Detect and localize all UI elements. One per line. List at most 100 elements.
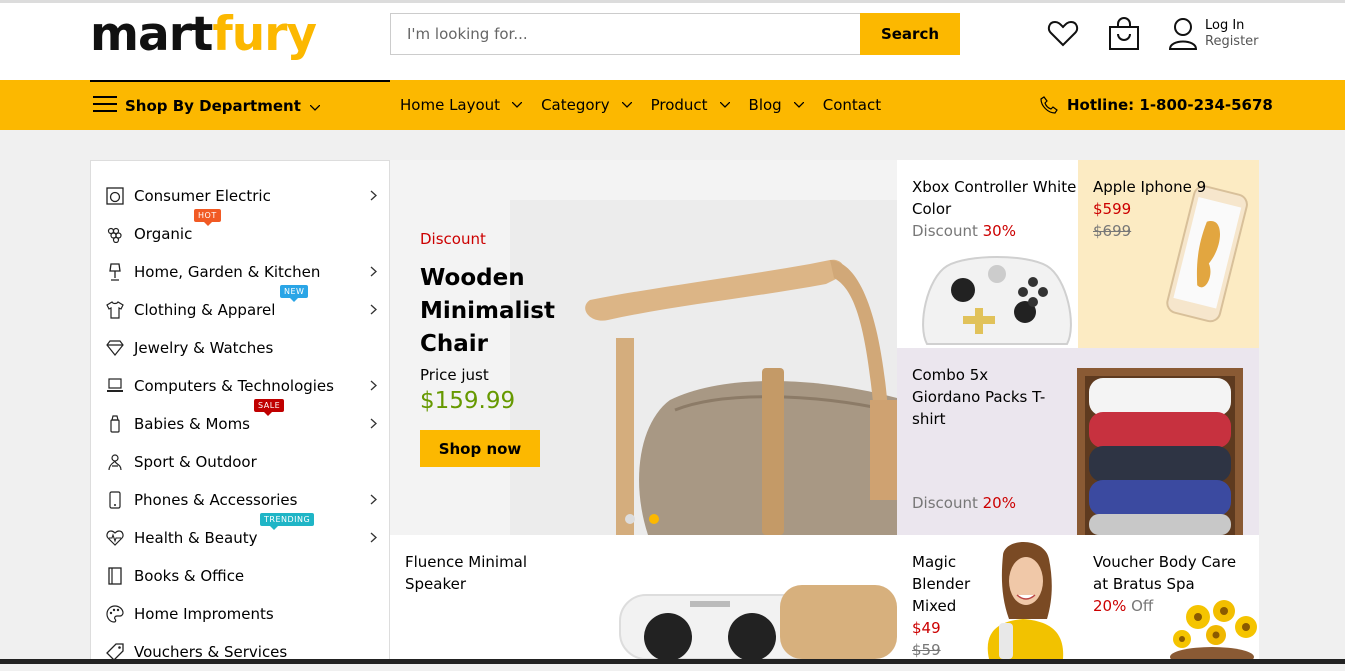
shop-by-department-toggle[interactable]: Shop By Department (90, 80, 390, 130)
diamond-icon (105, 338, 125, 358)
category-computers-technologies[interactable]: Computers & Technologies (105, 367, 377, 405)
chevron-down-icon (512, 102, 523, 108)
nav-item-home-layout[interactable]: Home Layout (400, 96, 523, 114)
category-label: Clothing & Apparel (134, 301, 276, 319)
promo-title: Apple Iphone 9 (1093, 178, 1207, 196)
category-label: Jewelry & Watches (134, 339, 274, 357)
promo-title: Voucher Body Care at Bratus Spa (1093, 553, 1237, 593)
category-label: Sport & Outdoor (134, 453, 257, 471)
promo-text: Magic Blender Mixed $49 $59 (912, 551, 982, 659)
promo-price: $49 (912, 619, 941, 637)
promo-text: Voucher Body Care at Bratus Spa 20% Off (1093, 551, 1253, 617)
promo-xbox-controller[interactable]: Xbox Controller White Color Discount 30% (897, 160, 1078, 348)
promo-title: Magic Blender Mixed (912, 553, 971, 615)
chevron-right-icon (370, 304, 377, 315)
shopping-bag-icon[interactable] (1108, 17, 1140, 55)
discount-label: Discount (912, 494, 978, 512)
nav-item-label: Home Layout (400, 96, 501, 114)
nav-menu: Home Layout Category Product Blog Contac… (400, 80, 900, 130)
account-links: Log In Register (1205, 18, 1259, 50)
new-badge: NEW (280, 285, 309, 302)
promo-old-price: $699 (1093, 222, 1132, 240)
promo-discount: Discount 20% (912, 494, 1016, 512)
nav-item-label: Blog (748, 96, 782, 114)
tshirt-box-image (1077, 368, 1243, 535)
off-label: Off (1131, 597, 1154, 615)
category-phones-accessories[interactable]: Phones & Accessories (105, 481, 377, 519)
palette-icon (105, 604, 125, 624)
category-books-office[interactable]: Books & Office (105, 557, 377, 595)
promo-magic-blender[interactable]: Magic Blender Mixed $49 $59 (897, 535, 1078, 659)
woman-blender-image (987, 541, 1064, 659)
bottom-edge (0, 659, 1345, 664)
chevron-down-icon (621, 102, 632, 108)
category-vouchers-services[interactable]: Vouchers & Services (105, 633, 377, 671)
promo-title: Xbox Controller White Color (912, 178, 1077, 218)
wishlist-heart-icon[interactable] (1047, 17, 1079, 53)
slider-dot-2[interactable] (649, 514, 659, 524)
promo-fluence-speaker[interactable]: Fluence Minimal Speaker (390, 535, 897, 659)
logo[interactable]: martfury (90, 5, 317, 65)
category-label: Computers & Technologies (134, 377, 334, 395)
category-organic[interactable]: Organic (105, 215, 377, 253)
logo-part2: fury (212, 7, 317, 62)
category-home-garden-kitchen[interactable]: Home, Garden & Kitchen (105, 253, 377, 291)
chevron-right-icon (370, 532, 377, 543)
baby-bottle-icon (105, 414, 125, 434)
category-health-beauty[interactable]: Health & Beauty (105, 519, 377, 557)
category-label: Home Improments (134, 605, 274, 623)
chevron-right-icon (370, 266, 377, 277)
smartphone-icon (105, 490, 125, 510)
search-button[interactable]: Search (860, 13, 960, 55)
nav-item-label: Contact (822, 96, 882, 114)
washing-machine-icon (105, 186, 125, 206)
site-header: martfury Search Log In Register (0, 3, 1345, 80)
slider-dot-1[interactable] (625, 514, 635, 524)
discount-value: 20% (1093, 597, 1127, 615)
chevron-down-icon (309, 97, 321, 115)
nav-item-label: Product (650, 96, 708, 114)
hotline-text: Hotline: 1-800-234-5678 (1067, 96, 1273, 114)
search-input[interactable] (390, 13, 860, 55)
main-navigation: Shop By Department Home Layout Category … (0, 80, 1345, 130)
promo-text: Apple Iphone 9 $599 $699 (1093, 176, 1206, 242)
promo-apple-iphone[interactable]: Apple Iphone 9 $599 $699 (1078, 160, 1259, 348)
nav-item-blog[interactable]: Blog (749, 96, 804, 114)
category-sport-outdoor[interactable]: Sport & Outdoor (105, 443, 377, 481)
discount-value: 30% (982, 222, 1016, 240)
xbox-controller-image (922, 256, 1072, 345)
laptop-icon (105, 376, 125, 396)
book-icon (105, 566, 125, 586)
category-sidebar: Consumer Electric Organic HOT Home, Gard… (90, 160, 390, 664)
category-label: Organic (134, 225, 193, 243)
nav-item-contact[interactable]: Contact (823, 96, 881, 114)
hero-price: $159.99 (420, 388, 516, 414)
category-jewelry-watches[interactable]: Jewelry & Watches (105, 329, 377, 367)
shop-now-button[interactable]: Shop now (420, 430, 540, 467)
user-icon[interactable] (1168, 17, 1198, 55)
category-home-improments[interactable]: Home Improments (105, 595, 377, 633)
promo-title: Fluence Minimal Speaker (405, 553, 528, 593)
category-clothing-apparel[interactable]: Clothing & Apparel (105, 291, 377, 329)
hero-price-label: Price just (420, 366, 489, 384)
nav-item-product[interactable]: Product (651, 96, 730, 114)
nav-item-category[interactable]: Category (541, 96, 632, 114)
discount-label: Discount (912, 222, 978, 240)
promo-title: Combo 5x Giordano Packs T-shirt (912, 366, 1046, 428)
register-link[interactable]: Register (1205, 34, 1259, 50)
promo-giordano-tshirt[interactable]: Combo 5x Giordano Packs T-shirt Discount… (897, 348, 1259, 535)
trending-badge: TRENDING (260, 513, 315, 530)
hero-title: Wooden Minimalist Chair (420, 265, 555, 357)
hotline: Hotline: 1-800-234-5678 (1040, 80, 1273, 130)
hamburger-menu-icon (93, 95, 117, 117)
category-babies-moms[interactable]: Babies & Moms (105, 405, 377, 443)
phone-icon (1040, 96, 1058, 114)
search-bar: Search (390, 13, 960, 55)
grapes-icon (105, 224, 125, 244)
category-consumer-electric[interactable]: Consumer Electric (105, 177, 377, 215)
promo-voucher-body-care[interactable]: Voucher Body Care at Bratus Spa 20% Off (1078, 535, 1259, 659)
hot-badge: HOT (194, 209, 221, 226)
category-label: Health & Beauty (134, 529, 258, 547)
login-link[interactable]: Log In (1205, 18, 1259, 34)
category-label: Babies & Moms (134, 415, 250, 433)
